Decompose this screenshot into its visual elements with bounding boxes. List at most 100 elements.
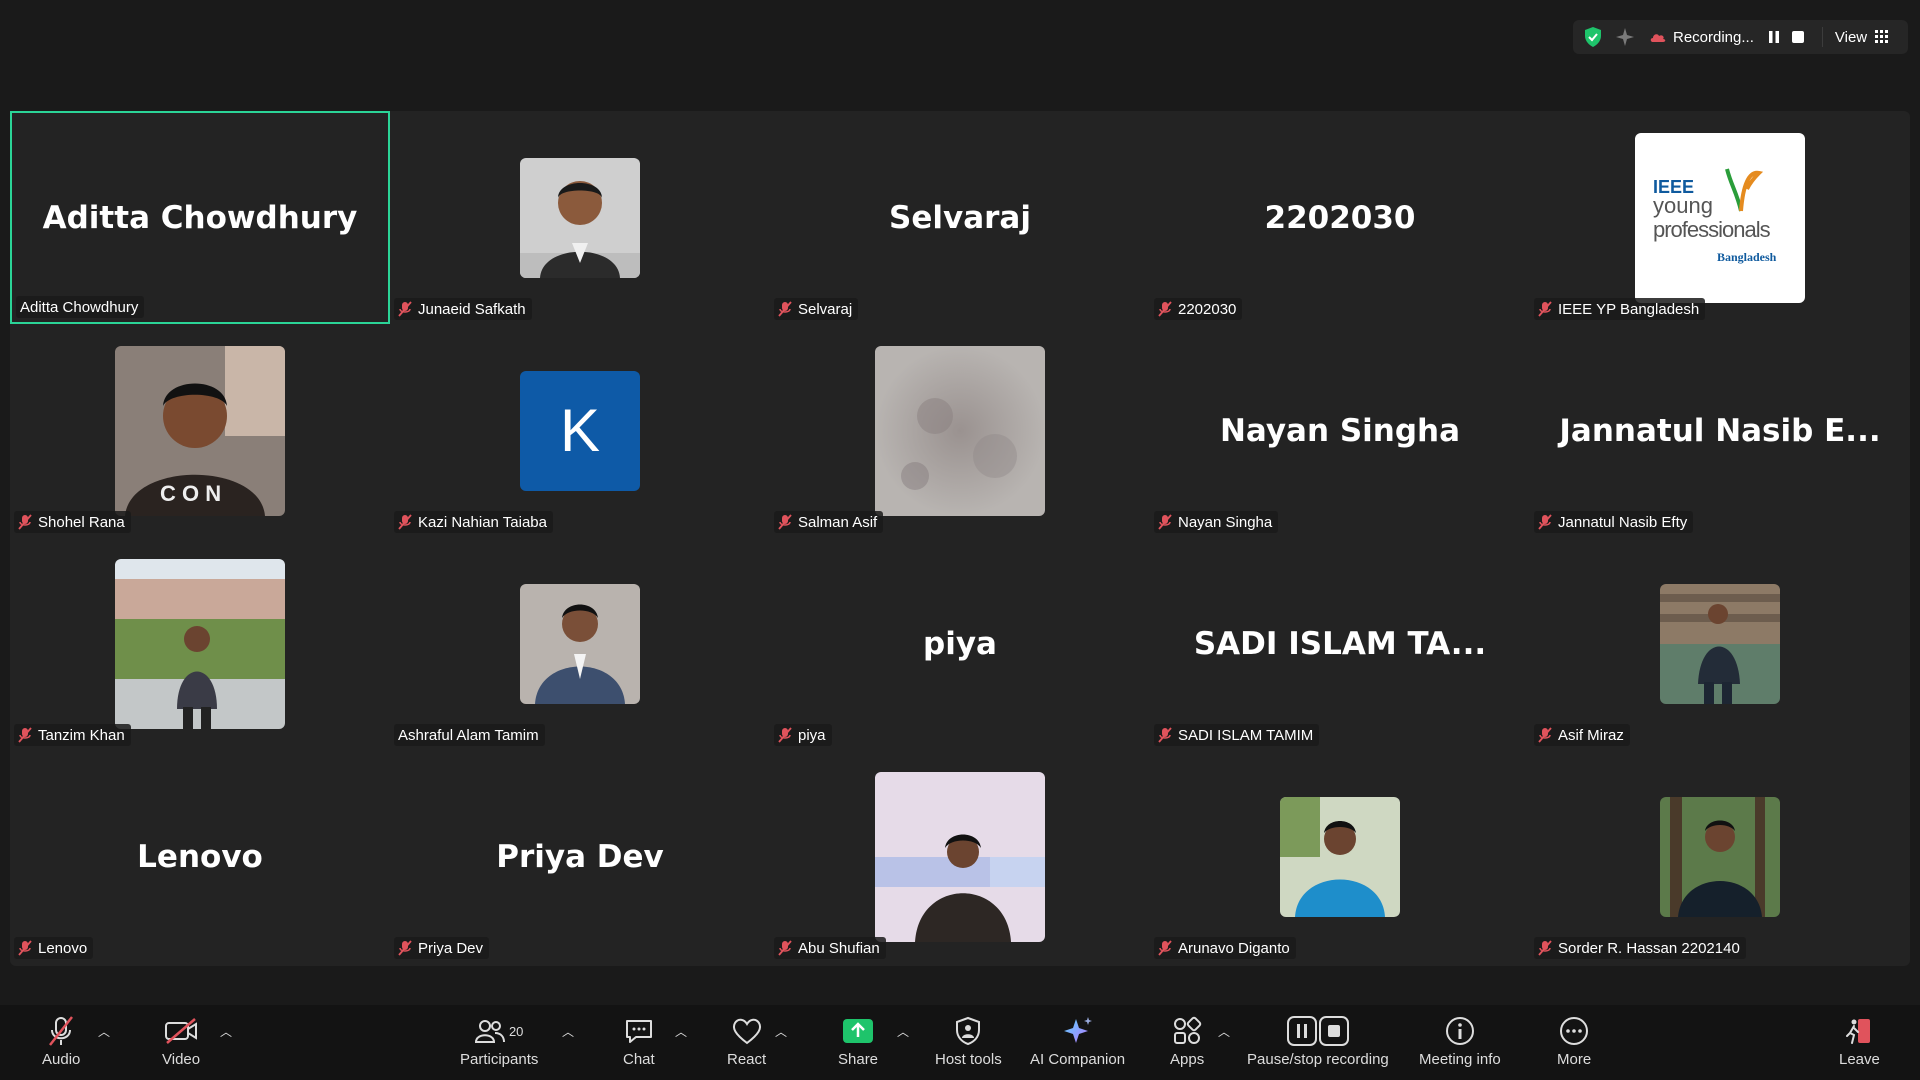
- muted-mic-icon: [1158, 514, 1172, 530]
- muted-mic-icon: [1158, 301, 1172, 317]
- more-dots-icon: [1559, 1015, 1589, 1047]
- pause-stop-recording-label: Pause/stop recording: [1247, 1051, 1389, 1068]
- participants-icon-group: 20: [474, 1015, 524, 1047]
- video-button[interactable]: Video: [162, 1015, 200, 1068]
- avatar: [875, 345, 1045, 516]
- ai-sparkle-icon[interactable]: [1615, 27, 1635, 47]
- participants-label: Participants: [460, 1051, 539, 1068]
- avatar: C O N: [115, 345, 285, 516]
- participant-nameplate: Selvaraj: [774, 298, 859, 320]
- chevron-up-icon[interactable]: ︿: [775, 1023, 787, 1040]
- participant-name: Salman Asif: [798, 513, 878, 531]
- muted-mic-icon: [1538, 940, 1552, 956]
- participant-name: Nayan Singha: [1178, 513, 1273, 531]
- apps-button[interactable]: Apps: [1170, 1015, 1204, 1068]
- chat-button[interactable]: Chat: [623, 1015, 655, 1068]
- react-label: React: [727, 1051, 767, 1068]
- participant-nameplate: SADI ISLAM TAMIM: [1154, 724, 1320, 746]
- participant-tile[interactable]: Tanzim Khan: [10, 537, 390, 750]
- pause-stop-recording-button[interactable]: Pause/stop recording: [1247, 1015, 1389, 1068]
- chevron-up-icon[interactable]: ︿: [220, 1023, 232, 1040]
- participant-tile[interactable]: piya piya: [770, 537, 1150, 750]
- participant-display-name: Priya Dev: [496, 838, 664, 875]
- avatar: [875, 771, 1045, 942]
- view-button[interactable]: View: [1835, 29, 1867, 46]
- participant-name: Junaeid Safkath: [418, 300, 526, 318]
- participant-tile[interactable]: K Kazi Nahian Taiaba: [390, 324, 770, 537]
- react-button[interactable]: React: [727, 1015, 766, 1068]
- grid-icon[interactable]: [1875, 30, 1889, 44]
- participant-name: Ashraful Alam Tamim: [398, 726, 539, 744]
- audio-button[interactable]: Audio: [42, 1015, 80, 1068]
- stop-icon[interactable]: [1790, 29, 1806, 45]
- participant-nameplate: Nayan Singha: [1154, 511, 1279, 533]
- logo-text: Bangladesh: [1717, 249, 1777, 264]
- participant-nameplate: Ashraful Alam Tamim: [394, 724, 545, 746]
- host-shield-icon: [954, 1015, 982, 1047]
- participant-nameplate: Shohel Rana: [14, 511, 131, 533]
- participants-button[interactable]: 20 Participants: [460, 1015, 538, 1068]
- more-button[interactable]: More: [1557, 1015, 1591, 1068]
- participant-name: IEEE YP Bangladesh: [1558, 300, 1700, 318]
- participant-tile[interactable]: Abu Shufian: [770, 750, 1150, 963]
- divider: [1821, 27, 1823, 47]
- participant-display-name: Nayan Singha: [1219, 412, 1461, 449]
- avatar: [1660, 796, 1780, 917]
- participant-name: Kazi Nahian Taiaba: [418, 513, 547, 531]
- share-button[interactable]: Share: [838, 1015, 878, 1068]
- participant-tile[interactable]: IEEE young professionals Bangladesh IEEE…: [1530, 111, 1910, 324]
- participant-name: SADI ISLAM TAMIM: [1178, 726, 1314, 744]
- avatar: [520, 583, 640, 704]
- participant-display-name: 2202030: [1264, 199, 1416, 236]
- chevron-up-icon[interactable]: ︿: [98, 1023, 110, 1040]
- chevron-up-icon[interactable]: ︿: [897, 1023, 909, 1040]
- participant-tile[interactable]: Selvaraj Selvaraj: [770, 111, 1150, 324]
- participant-nameplate: Asif Miraz: [1534, 724, 1630, 746]
- pause-icon[interactable]: [1766, 29, 1782, 45]
- participant-display-name: Lenovo: [137, 838, 263, 875]
- muted-mic-icon: [1158, 727, 1172, 743]
- leave-button[interactable]: Leave: [1839, 1015, 1880, 1068]
- participant-tile[interactable]: Sorder R. Hassan 2202140: [1530, 750, 1910, 963]
- participant-tile[interactable]: Nayan Singha Nayan Singha: [1150, 324, 1530, 537]
- participant-tile[interactable]: Salman Asif: [770, 324, 1150, 537]
- avatar: [115, 558, 285, 729]
- participant-tile[interactable]: Asif Miraz: [1530, 537, 1910, 750]
- meeting-info-button[interactable]: Meeting info: [1419, 1015, 1501, 1068]
- muted-mic-icon: [1538, 727, 1552, 743]
- ai-companion-button[interactable]: AI Companion: [1030, 1015, 1125, 1068]
- participant-nameplate: 2202030: [1154, 298, 1243, 320]
- participant-tile[interactable]: Jannatul Nasib E... Jannatul Nasib Efty: [1530, 324, 1910, 537]
- chevron-up-icon[interactable]: ︿: [562, 1023, 574, 1040]
- participant-nameplate: Jannatul Nasib Efty: [1534, 511, 1694, 533]
- chevron-up-icon[interactable]: ︿: [1218, 1023, 1230, 1040]
- participant-tile[interactable]: Aditta Chowdhury Aditta Chowdhury: [10, 111, 390, 324]
- muted-mic-icon: [18, 727, 32, 743]
- participant-tile[interactable]: Lenovo Lenovo: [10, 750, 390, 963]
- participants-count: 20: [508, 1023, 524, 1039]
- participant-tile[interactable]: Arunavo Diganto: [1150, 750, 1530, 963]
- participant-tile[interactable]: Priya Dev Priya Dev: [390, 750, 770, 963]
- apps-icon: [1172, 1015, 1202, 1047]
- more-label: More: [1557, 1051, 1592, 1068]
- muted-mic-icon: [1538, 301, 1552, 317]
- svg-text:C O N: C O N: [160, 481, 221, 506]
- audio-label: Audio: [42, 1051, 81, 1068]
- chevron-up-icon[interactable]: ︿: [675, 1023, 687, 1040]
- participant-display-name: Jannatul Nasib E...: [1559, 412, 1881, 449]
- muted-mic-icon: [398, 301, 412, 317]
- muted-mic-icon: [398, 514, 412, 530]
- participant-name: Shohel Rana: [38, 513, 125, 531]
- meeting-info-label: Meeting info: [1419, 1051, 1501, 1068]
- muted-mic-icon: [778, 301, 792, 317]
- participant-tile[interactable]: Ashraful Alam Tamim: [390, 537, 770, 750]
- participant-name: Tanzim Khan: [38, 726, 125, 744]
- participant-tile[interactable]: SADI ISLAM TA... SADI ISLAM TAMIM: [1150, 537, 1530, 750]
- host-tools-button[interactable]: Host tools: [935, 1015, 1002, 1068]
- avatar-initial: K: [559, 397, 601, 464]
- shield-check-icon[interactable]: [1583, 26, 1603, 48]
- participant-tile[interactable]: Junaeid Safkath: [390, 111, 770, 324]
- recording-controls-icon: [1286, 1015, 1349, 1047]
- participant-tile[interactable]: 2202030 2202030: [1150, 111, 1530, 324]
- participant-tile[interactable]: C O N Shohel Rana: [10, 324, 390, 537]
